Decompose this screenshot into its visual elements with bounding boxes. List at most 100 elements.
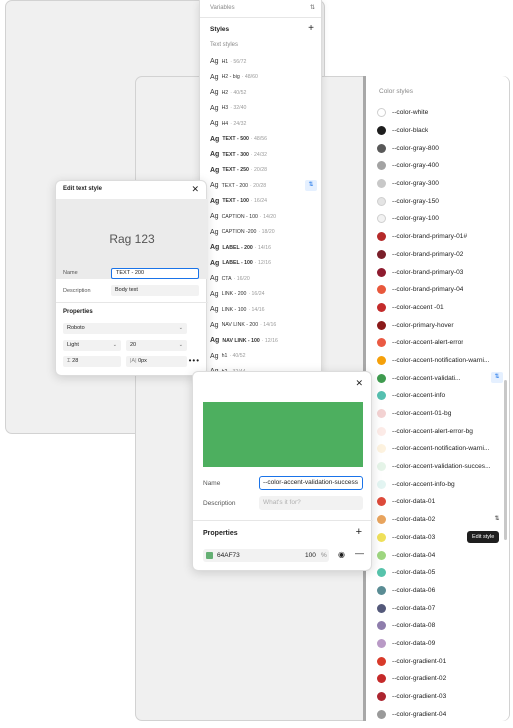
text-style-size: 56/72 (233, 58, 247, 65)
text-style-size: 24/32 (254, 151, 268, 158)
color-style-item[interactable]: --color-data-02 ⇅ (366, 511, 509, 529)
name-input[interactable]: TEXT - 200 (111, 268, 199, 279)
scrollbar[interactable] (504, 380, 507, 540)
color-style-item[interactable]: --color-gray-150 (366, 192, 509, 210)
color-style-item[interactable]: --color-data-07 (366, 599, 509, 617)
color-style-item[interactable]: --color-brand-primary-04 (366, 281, 509, 299)
text-style-item[interactable]: Ag H2 - big · 48/60 (200, 70, 321, 86)
color-style-name: --color-accent-notification-warni... (392, 445, 490, 453)
text-style-item[interactable]: Ag TEXT - 200 · 20/28 ⇅ (200, 178, 321, 194)
edit-style-icon[interactable]: ⇅ (491, 372, 503, 384)
text-style-item[interactable]: Ag LINK - 200 · 16/24 (200, 287, 321, 303)
color-style-item[interactable]: --color-data-09 (366, 635, 509, 653)
color-style-item[interactable]: --color-accent-alert-error-bg (366, 422, 509, 440)
close-icon[interactable]: ✕ (191, 184, 199, 195)
color-style-item[interactable]: --color-accent-01-bg (366, 405, 509, 423)
color-style-item[interactable]: --color-gradient-04 (366, 705, 509, 723)
color-style-item[interactable]: --color-brand-primary-03 (366, 263, 509, 281)
color-swatch (377, 214, 386, 224)
adjust-icon[interactable]: ⇅ (310, 4, 315, 11)
color-style-item[interactable]: --color-accent-alert-error (366, 334, 509, 352)
color-style-item[interactable]: --color-data-05 (366, 564, 509, 582)
color-style-item[interactable]: --color-accent-info (366, 387, 509, 405)
color-style-item[interactable]: --color-white (366, 104, 509, 122)
color-style-item[interactable]: --color-accent-info-bg (366, 475, 509, 493)
color-style-item[interactable]: --color-gradient-01 (366, 652, 509, 670)
color-style-name: --color-accent-validation-succes... (392, 463, 491, 471)
color-style-item[interactable]: --color-accent -01 (366, 299, 509, 317)
color-style-item[interactable]: --color-gray-100 (366, 210, 509, 228)
remove-property-button[interactable]: — (355, 548, 364, 558)
color-style-item[interactable]: --color-gray-400 (366, 157, 509, 175)
add-property-button[interactable]: + (356, 526, 362, 538)
color-name-input[interactable]: --color-accent-validation-success (259, 476, 363, 490)
text-style-item[interactable]: Ag LABEL - 100 · 12/16 (200, 256, 321, 272)
color-style-item[interactable]: --color-data-04 (366, 546, 509, 564)
color-style-name: --color-gray-150 (392, 197, 439, 205)
color-style-item[interactable]: --color-brand-primary-02 (366, 246, 509, 264)
chevron-down-icon: ⌄ (178, 342, 183, 348)
edit-style-icon[interactable]: ⇅ (491, 514, 503, 525)
line-height-icon: Ꮖ (67, 358, 71, 364)
more-options-icon[interactable]: ••• (189, 356, 200, 365)
text-style-size: 20/28 (254, 167, 268, 174)
color-style-item[interactable]: --color-accent-notification-warni... (366, 440, 509, 458)
color-swatch (377, 302, 386, 312)
color-style-name: --color-accent-info-bg (392, 480, 455, 488)
text-style-size: 32/40 (233, 105, 247, 112)
color-swatch (377, 391, 386, 401)
font-weight-select[interactable]: Light ⌄ (63, 340, 121, 351)
color-style-item[interactable]: --color-black (366, 122, 509, 140)
color-style-item[interactable]: --color-accent-validati... ⇅ (366, 369, 509, 387)
line-height-input[interactable]: Ꮖ 28 (63, 356, 121, 367)
color-style-item[interactable]: --color-primary-hover (366, 316, 509, 334)
color-style-item[interactable]: --color-gradient-03 (366, 688, 509, 706)
divider (56, 302, 208, 303)
letter-spacing-input[interactable]: |A| 0px (126, 356, 187, 367)
text-style-item[interactable]: Ag h1 · 40/52 (200, 349, 321, 365)
text-style-item[interactable]: Ag LINK - 100 · 14/16 (200, 302, 321, 318)
color-style-item[interactable]: --color-accent-notification-warni... (366, 352, 509, 370)
font-family-value: Roboto (67, 325, 85, 331)
text-style-item[interactable]: Ag H2 · 40/52 (200, 85, 321, 101)
text-style-size: 14/16 (263, 322, 277, 329)
color-style-name: --color-brand-primary-03 (392, 268, 464, 276)
color-style-item[interactable]: --color-gray-800 (366, 139, 509, 157)
text-style-item[interactable]: Ag TEXT - 300 · 24/32 (200, 147, 321, 163)
text-style-item[interactable]: Ag NAV LINK - 100 · 12/16 (200, 333, 321, 349)
text-style-item[interactable]: Ag LABEL - 200 · 14/16 (200, 240, 321, 256)
text-style-preview: Ag (210, 73, 219, 81)
text-style-item[interactable]: Ag CAPTION -200 · 18/20 (200, 225, 321, 241)
description-label: Description (63, 288, 91, 294)
font-size-select[interactable]: 20 ⌄ (126, 340, 187, 351)
color-style-name: --color-data-09 (392, 639, 436, 647)
text-style-item[interactable]: Ag H3 · 32/40 (200, 101, 321, 117)
close-icon[interactable]: ✕ (355, 378, 363, 389)
fill-row[interactable]: 64AF73 100 % (203, 549, 329, 562)
text-style-item[interactable]: Ag TEXT - 100 · 16/24 (200, 194, 321, 210)
text-style-item[interactable]: Ag NAV LINK - 200 · 14/16 (200, 318, 321, 334)
text-style-item[interactable]: Ag TEXT - 250 · 20/28 (200, 163, 321, 179)
color-style-item[interactable]: --color-brand-primary-01# (366, 228, 509, 246)
text-style-item[interactable]: Ag TEXT - 500 · 48/56 (200, 132, 321, 148)
text-style-item[interactable]: Ag CAPTION - 100 · 14/20 (200, 209, 321, 225)
color-style-list: --color-white --color-black --color-gray-8… (366, 104, 509, 723)
color-style-item[interactable]: --color-data-06 (366, 582, 509, 600)
font-family-select[interactable]: Roboto ⌄ (63, 323, 187, 334)
letter-spacing-icon: |A| (130, 358, 137, 364)
description-input[interactable]: What's it for? (259, 496, 363, 510)
color-style-item[interactable]: --color-data-01 (366, 493, 509, 511)
add-style-button[interactable]: + (308, 23, 314, 34)
text-style-item[interactable]: Ag H1 · 56/72 (200, 54, 321, 70)
eye-icon[interactable]: ◉ (338, 550, 345, 559)
color-style-item[interactable]: --color-gray-300 (366, 175, 509, 193)
fill-color-chip[interactable] (206, 552, 213, 559)
text-style-item[interactable]: Ag CTA · 16/20 (200, 271, 321, 287)
color-style-item[interactable]: --color-accent-validation-succes... (366, 458, 509, 476)
description-input[interactable]: Body text (111, 285, 199, 296)
color-swatch (377, 638, 386, 648)
color-style-item[interactable]: --color-data-08 (366, 617, 509, 635)
text-style-item[interactable]: Ag H4 · 24/32 (200, 116, 321, 132)
color-style-item[interactable]: --color-gradient-02 (366, 670, 509, 688)
edit-style-icon[interactable]: ⇅ (305, 180, 317, 191)
